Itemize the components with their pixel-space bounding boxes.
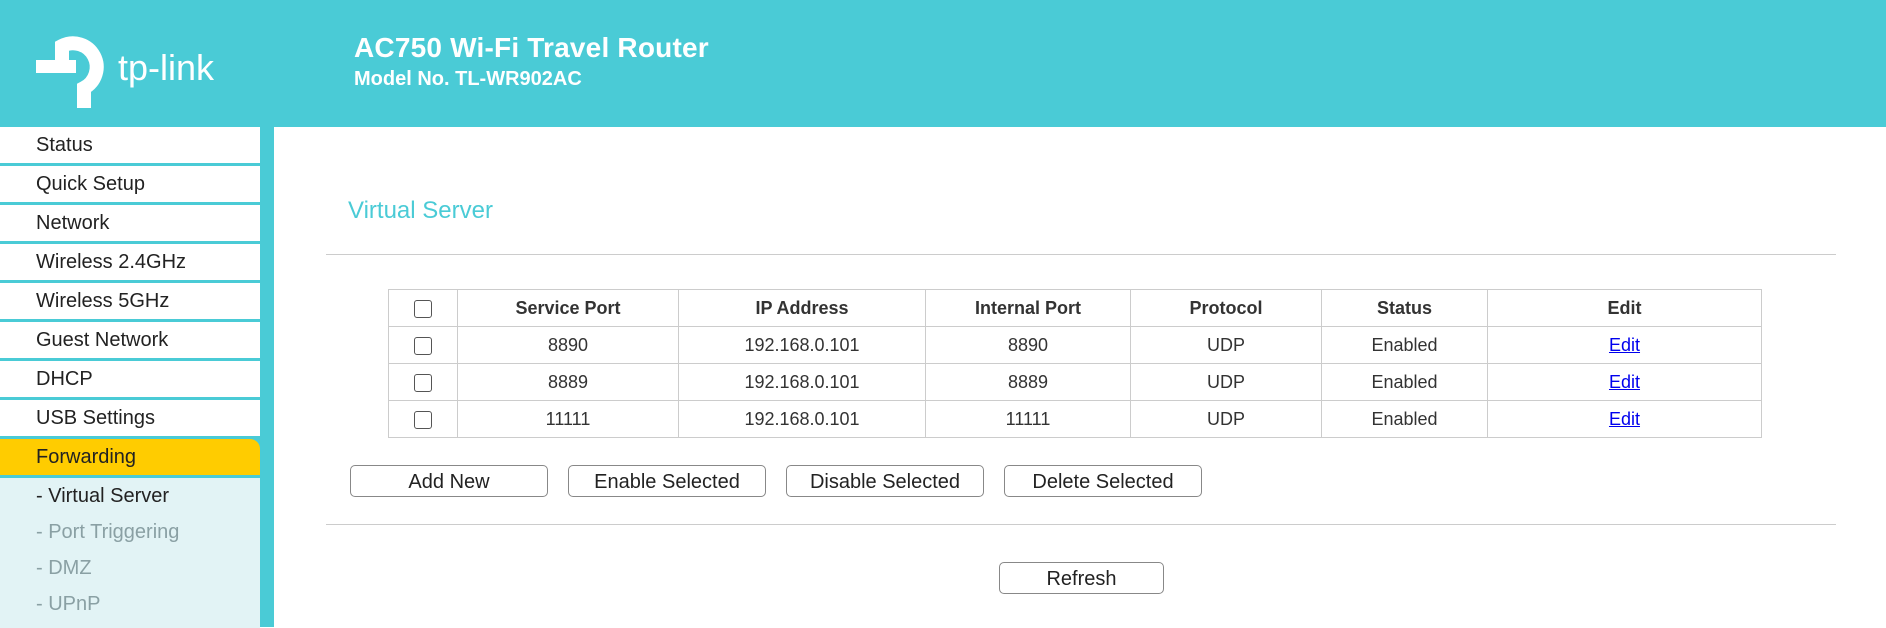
- table-header-row: Service Port IP Address Internal Port Pr…: [388, 289, 1762, 327]
- tp-link-logo: tp-link: [36, 36, 215, 108]
- header-edit: Edit: [1487, 289, 1762, 327]
- sidebar-menu: Status Quick Setup Network Wireless 2.4G…: [0, 127, 260, 628]
- row-checkbox[interactable]: [414, 410, 432, 429]
- table-row: 8890 192.168.0.101 8890 UDP Enabled Edit: [388, 326, 1762, 364]
- enable-selected-button[interactable]: Enable Selected: [568, 465, 766, 497]
- add-new-button[interactable]: Add New: [350, 465, 548, 497]
- sidebar-item-guest-network[interactable]: Guest Network: [0, 322, 260, 358]
- sidebar-item-quick-setup[interactable]: Quick Setup: [0, 166, 260, 202]
- edit-link[interactable]: Edit: [1609, 409, 1640, 429]
- cell-internal-port: 11111: [925, 400, 1131, 438]
- cell-edit: Edit: [1487, 326, 1762, 364]
- divider-top: [326, 254, 1836, 255]
- cell-edit: Edit: [1487, 400, 1762, 438]
- edit-link[interactable]: Edit: [1609, 372, 1640, 392]
- refresh-button[interactable]: Refresh: [999, 562, 1164, 594]
- subitem-dmz[interactable]: - DMZ: [0, 550, 260, 586]
- edit-link[interactable]: Edit: [1609, 335, 1640, 355]
- cell-protocol: UDP: [1130, 326, 1322, 364]
- divider-bottom: [326, 524, 1836, 525]
- sidebar-item-usb-settings[interactable]: USB Settings: [0, 400, 260, 436]
- subitem-port-triggering[interactable]: - Port Triggering: [0, 514, 260, 550]
- select-all-checkbox[interactable]: [414, 299, 432, 318]
- select-all-cell: [388, 289, 458, 327]
- cell-ip-address: 192.168.0.101: [678, 400, 926, 438]
- header-ip-address: IP Address: [678, 289, 926, 327]
- model-number: Model No. TL-WR902AC: [354, 68, 582, 90]
- delete-selected-button[interactable]: Delete Selected: [1004, 465, 1202, 497]
- cell-ip-address: 192.168.0.101: [678, 326, 926, 364]
- header-bar: tp-link AC750 Wi-Fi Travel Router Model …: [0, 0, 1886, 127]
- virtual-server-table: Service Port IP Address Internal Port Pr…: [388, 289, 1762, 438]
- sidebar-item-network[interactable]: Network: [0, 205, 260, 241]
- sidebar-item-status[interactable]: Status: [0, 127, 260, 163]
- row-select-cell: [388, 400, 458, 438]
- cell-protocol: UDP: [1130, 400, 1322, 438]
- row-select-cell: [388, 363, 458, 401]
- section-title: Virtual Server: [348, 197, 493, 224]
- cell-status: Enabled: [1321, 363, 1488, 401]
- forwarding-submenu: - Virtual Server - Port Triggering - DMZ…: [0, 478, 260, 628]
- header-service-port: Service Port: [457, 289, 679, 327]
- cell-status: Enabled: [1321, 400, 1488, 438]
- sidebar-item-dhcp[interactable]: DHCP: [0, 361, 260, 397]
- sidebar-item-wireless-24ghz[interactable]: Wireless 2.4GHz: [0, 244, 260, 280]
- header-internal-port: Internal Port: [925, 289, 1131, 327]
- row-checkbox[interactable]: [414, 373, 432, 392]
- header-protocol: Protocol: [1130, 289, 1322, 327]
- header-status: Status: [1321, 289, 1488, 327]
- cell-ip-address: 192.168.0.101: [678, 363, 926, 401]
- cell-internal-port: 8890: [925, 326, 1131, 364]
- cell-service-port: 11111: [457, 400, 679, 438]
- cell-status: Enabled: [1321, 326, 1488, 364]
- cell-internal-port: 8889: [925, 363, 1131, 401]
- sidebar-item-forwarding[interactable]: Forwarding: [0, 439, 260, 475]
- cell-edit: Edit: [1487, 363, 1762, 401]
- sidebar-item-wireless-5ghz[interactable]: Wireless 5GHz: [0, 283, 260, 319]
- logo-wordmark: tp-link: [118, 47, 215, 88]
- main-content: Virtual Server Service Port IP Address I…: [274, 127, 1886, 627]
- page-title: AC750 Wi-Fi Travel Router: [354, 32, 709, 63]
- table-row: 8889 192.168.0.101 8889 UDP Enabled Edit: [388, 363, 1762, 401]
- disable-selected-button[interactable]: Disable Selected: [786, 465, 984, 497]
- cell-protocol: UDP: [1130, 363, 1322, 401]
- cell-service-port: 8889: [457, 363, 679, 401]
- subitem-upnp[interactable]: - UPnP: [0, 586, 260, 622]
- subitem-virtual-server[interactable]: - Virtual Server: [0, 478, 260, 514]
- row-checkbox[interactable]: [414, 336, 432, 355]
- table-row: 11111 192.168.0.101 11111 UDP Enabled Ed…: [388, 400, 1762, 438]
- cell-service-port: 8890: [457, 326, 679, 364]
- row-select-cell: [388, 326, 458, 364]
